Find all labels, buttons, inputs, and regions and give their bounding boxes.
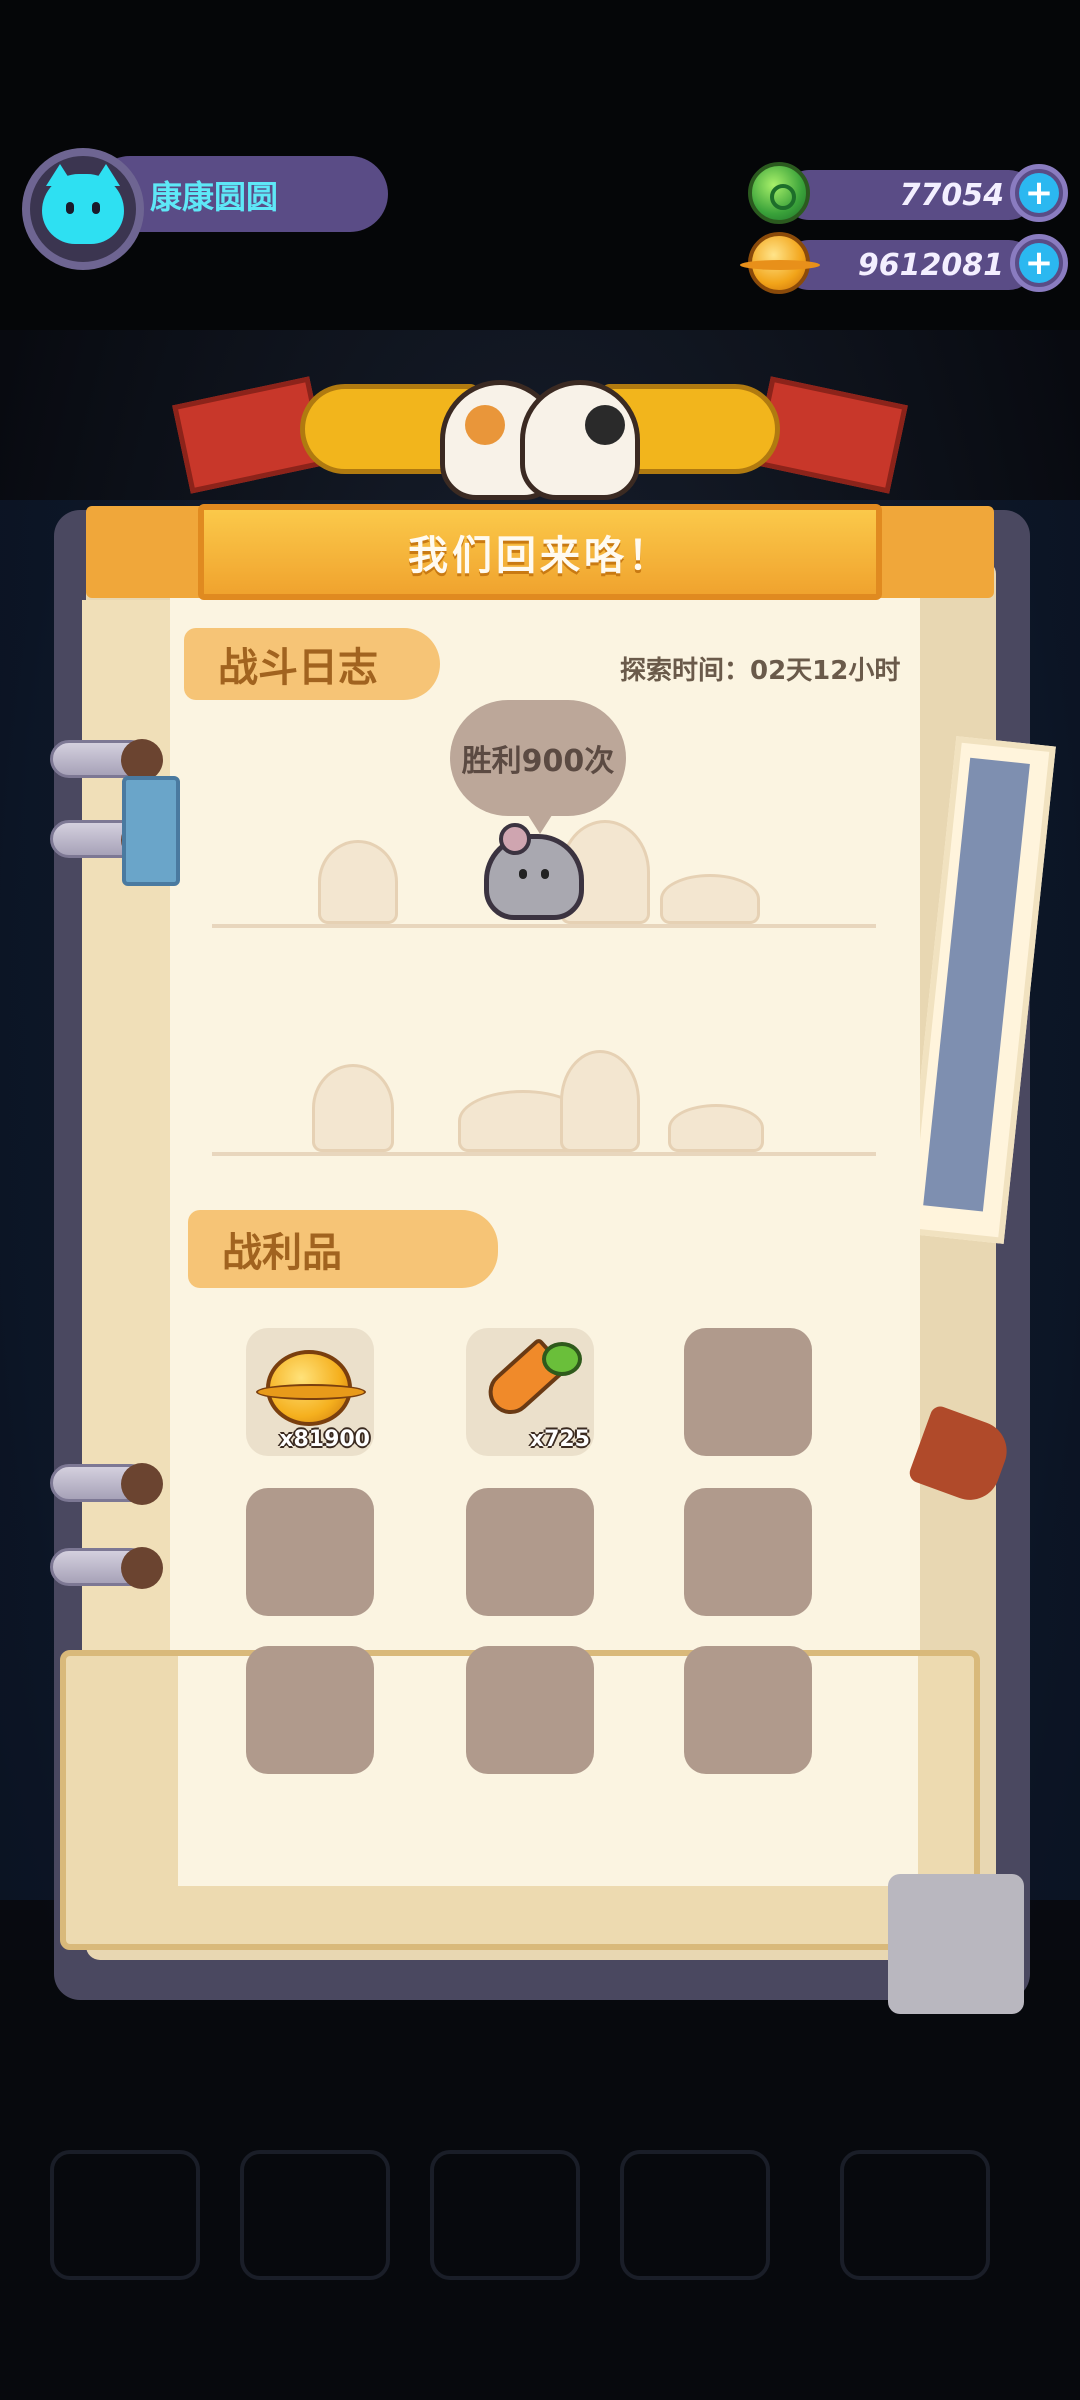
add-green-gem-button[interactable]: + [1010, 164, 1068, 222]
loot-slot-carrot[interactable]: x725 [466, 1328, 594, 1456]
currency-gold-coin: 9612081 + [740, 232, 1068, 294]
binder-ring-icon [50, 1463, 163, 1505]
loot-slot-empty [684, 1646, 812, 1774]
victory-bubble: 胜利900次 [450, 700, 626, 834]
avatar[interactable] [22, 148, 144, 270]
ground-line [212, 1152, 876, 1156]
cat-avatar-icon [42, 164, 124, 244]
avatar-eye [66, 202, 74, 214]
explore-time: 探索时间：02天12小时 [620, 656, 901, 686]
bush-sketch-icon [660, 874, 760, 924]
player-name: 康康圆圆 [150, 178, 279, 216]
celebration-banner-decoration [140, 350, 940, 530]
loot-slot-empty [246, 1488, 374, 1616]
book-corner-decoration [888, 1874, 1024, 2014]
hamster-icon [484, 823, 584, 920]
game-screen: 康康圆圆 77054 + 9612081 + 我们回来咯！ 战斗日志 探索时间：… [0, 0, 1080, 2400]
loot-count: x725 [529, 1427, 590, 1452]
currency-green-gem: 77054 + [748, 162, 1068, 224]
bush-sketch-icon [668, 1104, 764, 1152]
player-profile[interactable]: 康康圆圆 [22, 148, 390, 270]
cat-trumpeter-icon [520, 380, 640, 500]
dimmed-nav-item [620, 2150, 770, 2280]
gold-coin-icon [256, 1350, 366, 1426]
dimmed-nav-item [840, 2150, 990, 2280]
binder-clip-icon [122, 776, 180, 886]
add-gold-coin-button[interactable]: + [1010, 234, 1068, 292]
ground-line [212, 924, 876, 928]
dimmed-bottom-nav [40, 2110, 1040, 2300]
carrot-leaf-icon [542, 1342, 582, 1376]
tree-sketch-icon [312, 1064, 394, 1152]
avatar-eye [92, 202, 100, 214]
loot-slot-empty [466, 1646, 594, 1774]
loot-count: x81900 [279, 1427, 370, 1452]
tree-sketch-icon [318, 840, 398, 924]
loot-label-text: 战利品 [222, 1230, 342, 1276]
dimmed-nav-item [240, 2150, 390, 2280]
green-gem-icon [748, 162, 810, 224]
banner-title: 我们回来咯！ [408, 533, 672, 579]
currency-value: 77054 [899, 178, 1004, 213]
tree-sketch-icon [560, 1050, 640, 1152]
dimmed-nav-item [430, 2150, 580, 2280]
plus-icon: + [1019, 173, 1059, 213]
battle-log-label-text: 战斗日志 [218, 645, 378, 691]
loot-slot-empty [466, 1488, 594, 1616]
dimmed-nav-item [50, 2150, 200, 2280]
loot-slot-empty [684, 1328, 812, 1456]
victory-count-text: 胜利900次 [461, 744, 615, 779]
currency-value: 9612081 [857, 248, 1004, 283]
loot-label: 战利品 [188, 1210, 498, 1288]
loot-slot-empty [684, 1488, 812, 1616]
loot-slot-empty [246, 1646, 374, 1774]
binder-ring-icon [50, 1547, 163, 1589]
binder-ring-icon [50, 739, 163, 781]
gold-coin-icon [740, 232, 820, 294]
plus-icon: + [1019, 243, 1059, 283]
battle-log-label: 战斗日志 [184, 628, 440, 700]
loot-slot-gold-coin[interactable]: x81900 [246, 1328, 374, 1456]
title-ribbon-center: 我们回来咯！ [198, 504, 882, 600]
